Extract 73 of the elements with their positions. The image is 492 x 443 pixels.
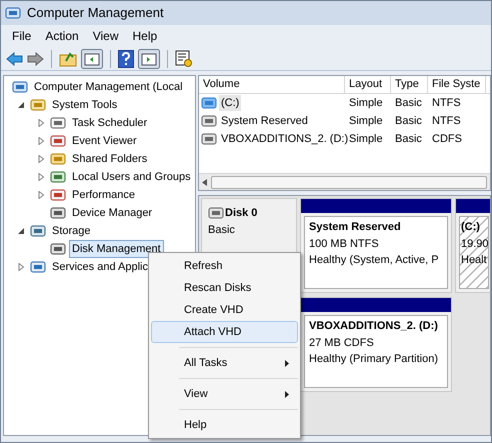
partition-info: 100 MB NTFS xyxy=(309,236,380,252)
table-cell-text: System Reserved xyxy=(220,114,309,129)
forward-arrow-icon[interactable] xyxy=(27,52,44,66)
menu-item[interactable]: File xyxy=(5,27,38,45)
tree-item[interactable]: Storage xyxy=(49,222,94,240)
partition-title: (C:) xyxy=(461,220,481,235)
drive-icon xyxy=(201,113,217,129)
tree-item[interactable]: Task Scheduler xyxy=(69,114,150,132)
expand-arrow-icon[interactable] xyxy=(36,191,46,199)
partition-info: Healthy (Primary Partition) xyxy=(309,352,439,367)
table-cell-text: VBOXADDITIONS_2. (D:) xyxy=(220,132,350,147)
horizontal-scrollbar[interactable] xyxy=(199,173,490,190)
scroll-left-arrow-icon[interactable] xyxy=(202,178,207,186)
tree-item[interactable]: System Tools xyxy=(49,96,120,114)
partition-title: VBOXADDITIONS_2. (D:) xyxy=(309,319,439,334)
collapse-arrow-icon[interactable] xyxy=(16,101,26,109)
drive-icon xyxy=(201,95,217,111)
table-cell-text: NTFS xyxy=(431,96,462,111)
menu-item[interactable]: Help xyxy=(126,27,164,45)
menu-item[interactable]: All Tasks xyxy=(151,352,298,374)
help-icon[interactable] xyxy=(118,50,134,68)
expand-arrow-icon[interactable] xyxy=(36,155,46,163)
partition-title: System Reserved xyxy=(309,220,402,235)
column-header[interactable]: Type xyxy=(391,76,428,93)
table-cell-text: Basic xyxy=(394,114,423,129)
table-cell-text: Basic xyxy=(394,96,423,111)
table-cell-text: Simple xyxy=(348,96,384,111)
table-cell-text: NTFS xyxy=(431,114,462,129)
menu-item[interactable]: Attach VHD xyxy=(151,321,298,343)
column-header[interactable]: Layout xyxy=(345,76,391,93)
tree-item[interactable]: Shared Folders xyxy=(69,150,150,168)
window-title: Computer Management xyxy=(27,4,164,22)
action-pane-icon[interactable] xyxy=(138,48,160,68)
drive-icon xyxy=(201,131,217,147)
menu-item[interactable]: Help xyxy=(151,414,298,436)
menu-item[interactable]: Action xyxy=(38,27,86,45)
properties-icon[interactable] xyxy=(175,50,193,68)
partition-info: 27 MB CDFS xyxy=(309,336,375,350)
menu-item[interactable]: Create VHD xyxy=(151,299,298,321)
partition-info: 19.90 xyxy=(461,236,487,252)
folder-up-icon[interactable] xyxy=(59,50,77,66)
table-cell-text: Basic xyxy=(394,132,423,147)
menu-item[interactable]: View xyxy=(86,27,126,45)
partition-block[interactable]: System Reserved 100 MB NTFS Healthy (System, Active, P xyxy=(300,198,452,293)
tree-item[interactable]: Device Manager xyxy=(69,204,156,222)
tree-item[interactable]: Computer Management (Local xyxy=(31,78,186,96)
table-cell-text: CDFS xyxy=(431,132,463,147)
disk-name: Disk 0 xyxy=(225,206,258,221)
table-cell: (C:) xyxy=(219,94,242,112)
tree-item[interactable]: Disk Management xyxy=(69,240,164,258)
menu-item[interactable]: View xyxy=(151,383,298,405)
collapse-arrow-icon[interactable] xyxy=(16,227,26,235)
tree-item[interactable]: Local Users and Groups xyxy=(69,168,194,186)
tree-item[interactable]: Performance xyxy=(69,186,138,204)
partition-header-bar xyxy=(456,199,490,213)
back-arrow-icon[interactable] xyxy=(6,52,23,66)
column-header[interactable]: File Syste xyxy=(428,76,486,93)
partition-info: Healthy (System, Active, P xyxy=(309,253,440,268)
table-cell-text: Simple xyxy=(348,132,384,147)
expand-arrow-icon[interactable] xyxy=(36,173,46,181)
console-tree-icon[interactable] xyxy=(81,48,103,68)
partition-block[interactable]: (C:) 19.90 Healt xyxy=(455,198,490,293)
disk-info: Basic xyxy=(208,222,236,238)
partition-info: Healt xyxy=(461,253,487,268)
table-cell-text: Simple xyxy=(348,114,384,129)
tree-item[interactable]: Event Viewer xyxy=(69,132,140,150)
expand-arrow-icon[interactable] xyxy=(36,119,46,127)
expand-arrow-icon[interactable] xyxy=(36,137,46,145)
expand-arrow-icon[interactable] xyxy=(16,263,26,271)
tree-item[interactable]: Services and Applic xyxy=(49,258,151,276)
menu-item[interactable]: Rescan Disks xyxy=(151,277,298,299)
partition-block[interactable]: VBOXADDITIONS_2. (D:) 27 MB CDFS Healthy (Primary Partition) xyxy=(300,297,452,392)
column-header[interactable]: Volume xyxy=(199,76,345,93)
